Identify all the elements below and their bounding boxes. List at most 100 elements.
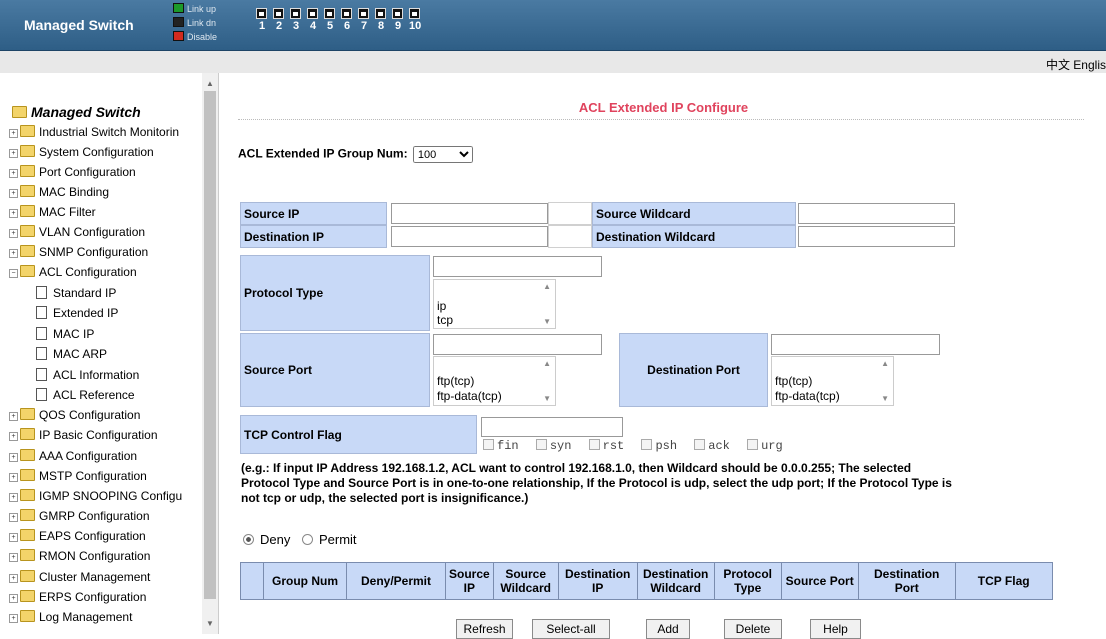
flag-urg[interactable]: urg [747, 439, 783, 453]
scroll-up-icon[interactable]: ▲ [543, 359, 551, 368]
checkbox-icon[interactable] [483, 439, 494, 450]
sidebar-item-vlan[interactable]: + VLAN Configuration [9, 223, 145, 241]
scroll-up-icon[interactable]: ▲ [881, 359, 889, 368]
sidebar-scrollbar[interactable]: ▲ ▼ [202, 73, 218, 634]
expand-icon[interactable]: + [9, 249, 18, 258]
flag-rst[interactable]: rst [588, 439, 624, 453]
sidebar-item-acl-information[interactable]: ACL Information [36, 366, 139, 384]
help-button[interactable]: Help [810, 619, 861, 639]
sidebar-item-cluster[interactable]: + Cluster Management [9, 568, 150, 586]
flag-psh[interactable]: psh [641, 439, 677, 453]
port-option[interactable]: ftp-data(tcp) [775, 389, 840, 403]
sidebar-item-extended-ip[interactable]: Extended IP [36, 304, 118, 322]
refresh-button[interactable]: Refresh [456, 619, 513, 639]
sidebar-item-mac-arp[interactable]: MAC ARP [36, 345, 107, 363]
checkbox-icon[interactable] [694, 439, 706, 450]
expand-icon[interactable]: + [9, 574, 18, 583]
delete-button[interactable]: Delete [724, 619, 782, 639]
port-6[interactable]: 6 [341, 8, 353, 32]
expand-icon[interactable]: + [9, 209, 18, 218]
expand-icon[interactable]: + [9, 412, 18, 421]
protocol-option[interactable]: tcp [437, 313, 453, 327]
protocol-option[interactable]: ip [437, 299, 446, 313]
sidebar-item-qos[interactable]: + QOS Configuration [9, 406, 140, 424]
expand-icon[interactable]: + [9, 473, 18, 482]
source-port-input[interactable] [433, 334, 602, 355]
deny-radio[interactable]: Deny [243, 532, 290, 547]
sidebar-item-rmon[interactable]: + RMON Configuration [9, 547, 150, 565]
port-10[interactable]: 10 [409, 8, 421, 32]
scroll-down-icon[interactable]: ▼ [543, 394, 551, 403]
flag-syn[interactable]: syn [535, 439, 571, 453]
scroll-up-icon[interactable]: ▲ [206, 79, 214, 88]
checkbox-icon[interactable] [535, 439, 547, 450]
checkbox-icon[interactable] [747, 439, 759, 450]
source-wildcard-input[interactable] [798, 203, 955, 224]
port-9[interactable]: 9 [392, 8, 404, 32]
sidebar-item-gmrp[interactable]: + GMRP Configuration [9, 507, 150, 525]
port-option[interactable]: ftp(tcp) [775, 374, 812, 388]
port-3[interactable]: 3 [290, 8, 302, 32]
expand-icon[interactable]: + [9, 129, 18, 138]
add-button[interactable]: Add [646, 619, 690, 639]
port-4[interactable]: 4 [307, 8, 319, 32]
sidebar-item-ip-basic[interactable]: + IP Basic Configuration [9, 426, 158, 444]
expand-icon[interactable]: + [9, 513, 18, 522]
language-switch[interactable]: 中文 Englis [1046, 56, 1106, 73]
sidebar-item-mac-filter[interactable]: + MAC Filter [9, 203, 96, 221]
expand-icon[interactable]: + [9, 453, 18, 462]
radio-icon[interactable] [301, 534, 313, 545]
sidebar-item-log[interactable]: + Log Management [9, 608, 132, 626]
sidebar-item-igmp[interactable]: + IGMP SNOOPING Configu [9, 487, 182, 505]
checkbox-icon[interactable] [588, 439, 600, 450]
sidebar-item-snmp[interactable]: + SNMP Configuration [9, 243, 148, 261]
scroll-down-icon[interactable]: ▼ [881, 394, 889, 403]
checkbox-icon[interactable] [641, 439, 653, 450]
sidebar-item-aaa[interactable]: + AAA Configuration [9, 447, 137, 465]
sidebar-item-standard-ip[interactable]: Standard IP [36, 284, 116, 302]
source-port-list[interactable]: ftp(tcp) ftp-data(tcp) ▲ ▼ [433, 356, 556, 406]
expand-icon[interactable]: + [9, 553, 18, 562]
group-num-select[interactable]: 100 [412, 146, 473, 163]
flag-ack[interactable]: ack [694, 439, 730, 453]
destination-port-list[interactable]: ftp(tcp) ftp-data(tcp) ▲ ▼ [771, 356, 894, 406]
sidebar-item-system[interactable]: + System Configuration [9, 143, 154, 161]
port-option[interactable]: ftp-data(tcp) [437, 389, 502, 403]
sidebar-item-mac-binding[interactable]: + MAC Binding [9, 183, 109, 201]
permit-radio[interactable]: Permit [301, 532, 357, 547]
expand-icon[interactable]: + [9, 614, 18, 623]
flag-fin[interactable]: fin [483, 439, 519, 453]
sidebar-item-mstp[interactable]: + MSTP Configuration [9, 467, 147, 485]
sidebar-item-erps[interactable]: + ERPS Configuration [9, 588, 146, 606]
scroll-thumb[interactable] [204, 91, 216, 599]
scroll-down-icon[interactable]: ▼ [543, 317, 551, 326]
sidebar-item-mac-ip[interactable]: MAC IP [36, 325, 94, 343]
scroll-down-icon[interactable]: ▼ [206, 619, 214, 628]
radio-selected-icon[interactable] [243, 534, 254, 545]
sidebar-item-monitoring[interactable]: + Industrial Switch Monitorin [9, 123, 179, 141]
expand-icon[interactable]: + [9, 533, 18, 542]
tree-root[interactable]: Managed Switch [12, 104, 141, 120]
scroll-up-icon[interactable]: ▲ [543, 282, 551, 291]
port-2[interactable]: 2 [273, 8, 285, 32]
expand-icon[interactable]: + [9, 432, 18, 441]
expand-icon[interactable]: + [9, 169, 18, 178]
port-7[interactable]: 7 [358, 8, 370, 32]
collapse-icon[interactable]: − [9, 269, 18, 278]
source-ip-input[interactable] [391, 203, 548, 224]
protocol-type-input[interactable] [433, 256, 602, 277]
port-1[interactable]: 1 [256, 8, 268, 32]
expand-icon[interactable]: + [9, 229, 18, 238]
expand-icon[interactable]: + [9, 149, 18, 158]
sidebar-item-eaps[interactable]: + EAPS Configuration [9, 527, 146, 545]
sidebar-item-port[interactable]: + Port Configuration [9, 163, 136, 181]
destination-wildcard-input[interactable] [798, 226, 955, 247]
destination-ip-input[interactable] [391, 226, 548, 247]
expand-icon[interactable]: + [9, 493, 18, 502]
destination-port-input[interactable] [771, 334, 940, 355]
sidebar-item-acl[interactable]: − ACL Configuration [9, 263, 137, 281]
port-5[interactable]: 5 [324, 8, 336, 32]
select-all-button[interactable]: Select-all [532, 619, 610, 639]
protocol-type-list[interactable]: ip tcp ▲ ▼ [433, 279, 556, 329]
expand-icon[interactable]: + [9, 594, 18, 603]
